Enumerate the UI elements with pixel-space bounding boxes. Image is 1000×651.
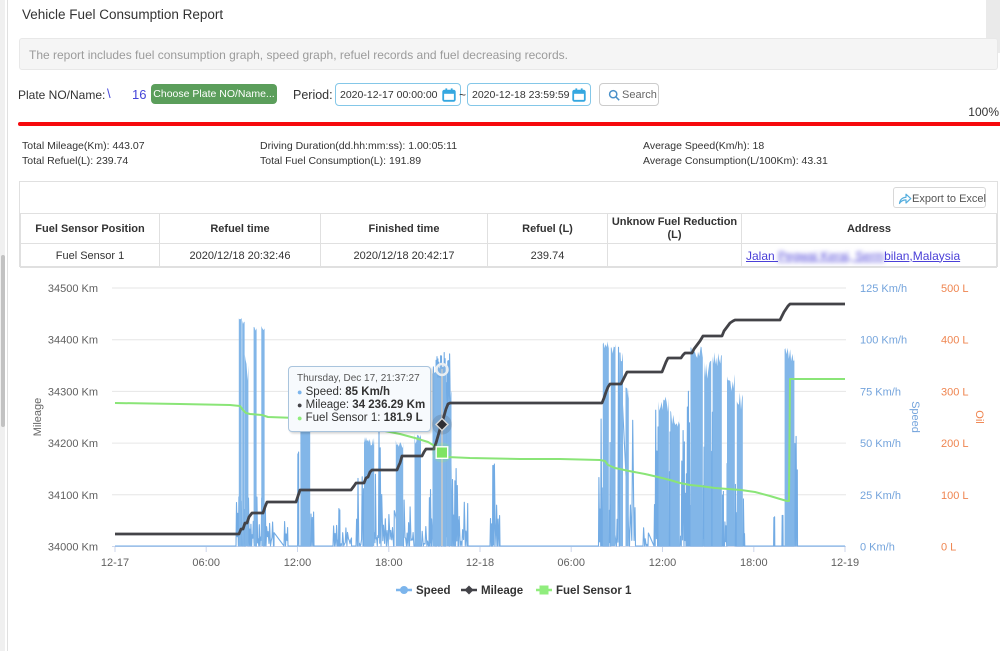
svg-text:12-18: 12-18 xyxy=(466,557,494,569)
svg-text:Speed: Speed xyxy=(416,585,451,597)
svg-text:500 L: 500 L xyxy=(941,283,969,295)
svg-text:0 L: 0 L xyxy=(941,542,956,554)
svg-text:125 Km/h: 125 Km/h xyxy=(860,283,907,295)
svg-text:Mileage: Mileage xyxy=(32,398,44,437)
svg-text:06:00: 06:00 xyxy=(557,557,585,569)
svg-text:34100 Km: 34100 Km xyxy=(48,490,98,502)
svg-text:Oil: Oil xyxy=(973,410,985,423)
svg-text:34500 Km: 34500 Km xyxy=(48,283,98,295)
svg-text:Fuel Sensor 1: Fuel Sensor 1 xyxy=(556,585,632,597)
svg-text:100 Km/h: 100 Km/h xyxy=(860,335,907,347)
svg-text:06:00: 06:00 xyxy=(192,557,220,569)
svg-text:18:00: 18:00 xyxy=(375,557,403,569)
svg-text:12-19: 12-19 xyxy=(831,557,859,569)
svg-text:400 L: 400 L xyxy=(941,335,969,347)
svg-text:12:00: 12:00 xyxy=(284,557,312,569)
svg-text:12-17: 12-17 xyxy=(101,557,129,569)
svg-text:34000 Km: 34000 Km xyxy=(48,542,98,554)
svg-text:25 Km/h: 25 Km/h xyxy=(860,490,901,502)
svg-text:12:00: 12:00 xyxy=(649,557,677,569)
svg-text:0 Km/h: 0 Km/h xyxy=(860,542,895,554)
svg-text:200 L: 200 L xyxy=(941,438,969,450)
svg-text:34400 Km: 34400 Km xyxy=(48,335,98,347)
svg-text:34300 Km: 34300 Km xyxy=(48,386,98,398)
svg-text:34200 Km: 34200 Km xyxy=(48,438,98,450)
svg-text:Speed: Speed xyxy=(909,401,921,433)
svg-text:50 Km/h: 50 Km/h xyxy=(860,438,901,450)
svg-text:300 L: 300 L xyxy=(941,386,969,398)
svg-text:100 L: 100 L xyxy=(941,490,969,502)
svg-text:18:00: 18:00 xyxy=(740,557,768,569)
svg-text:Mileage: Mileage xyxy=(481,585,523,597)
svg-text:75 Km/h: 75 Km/h xyxy=(860,386,901,398)
